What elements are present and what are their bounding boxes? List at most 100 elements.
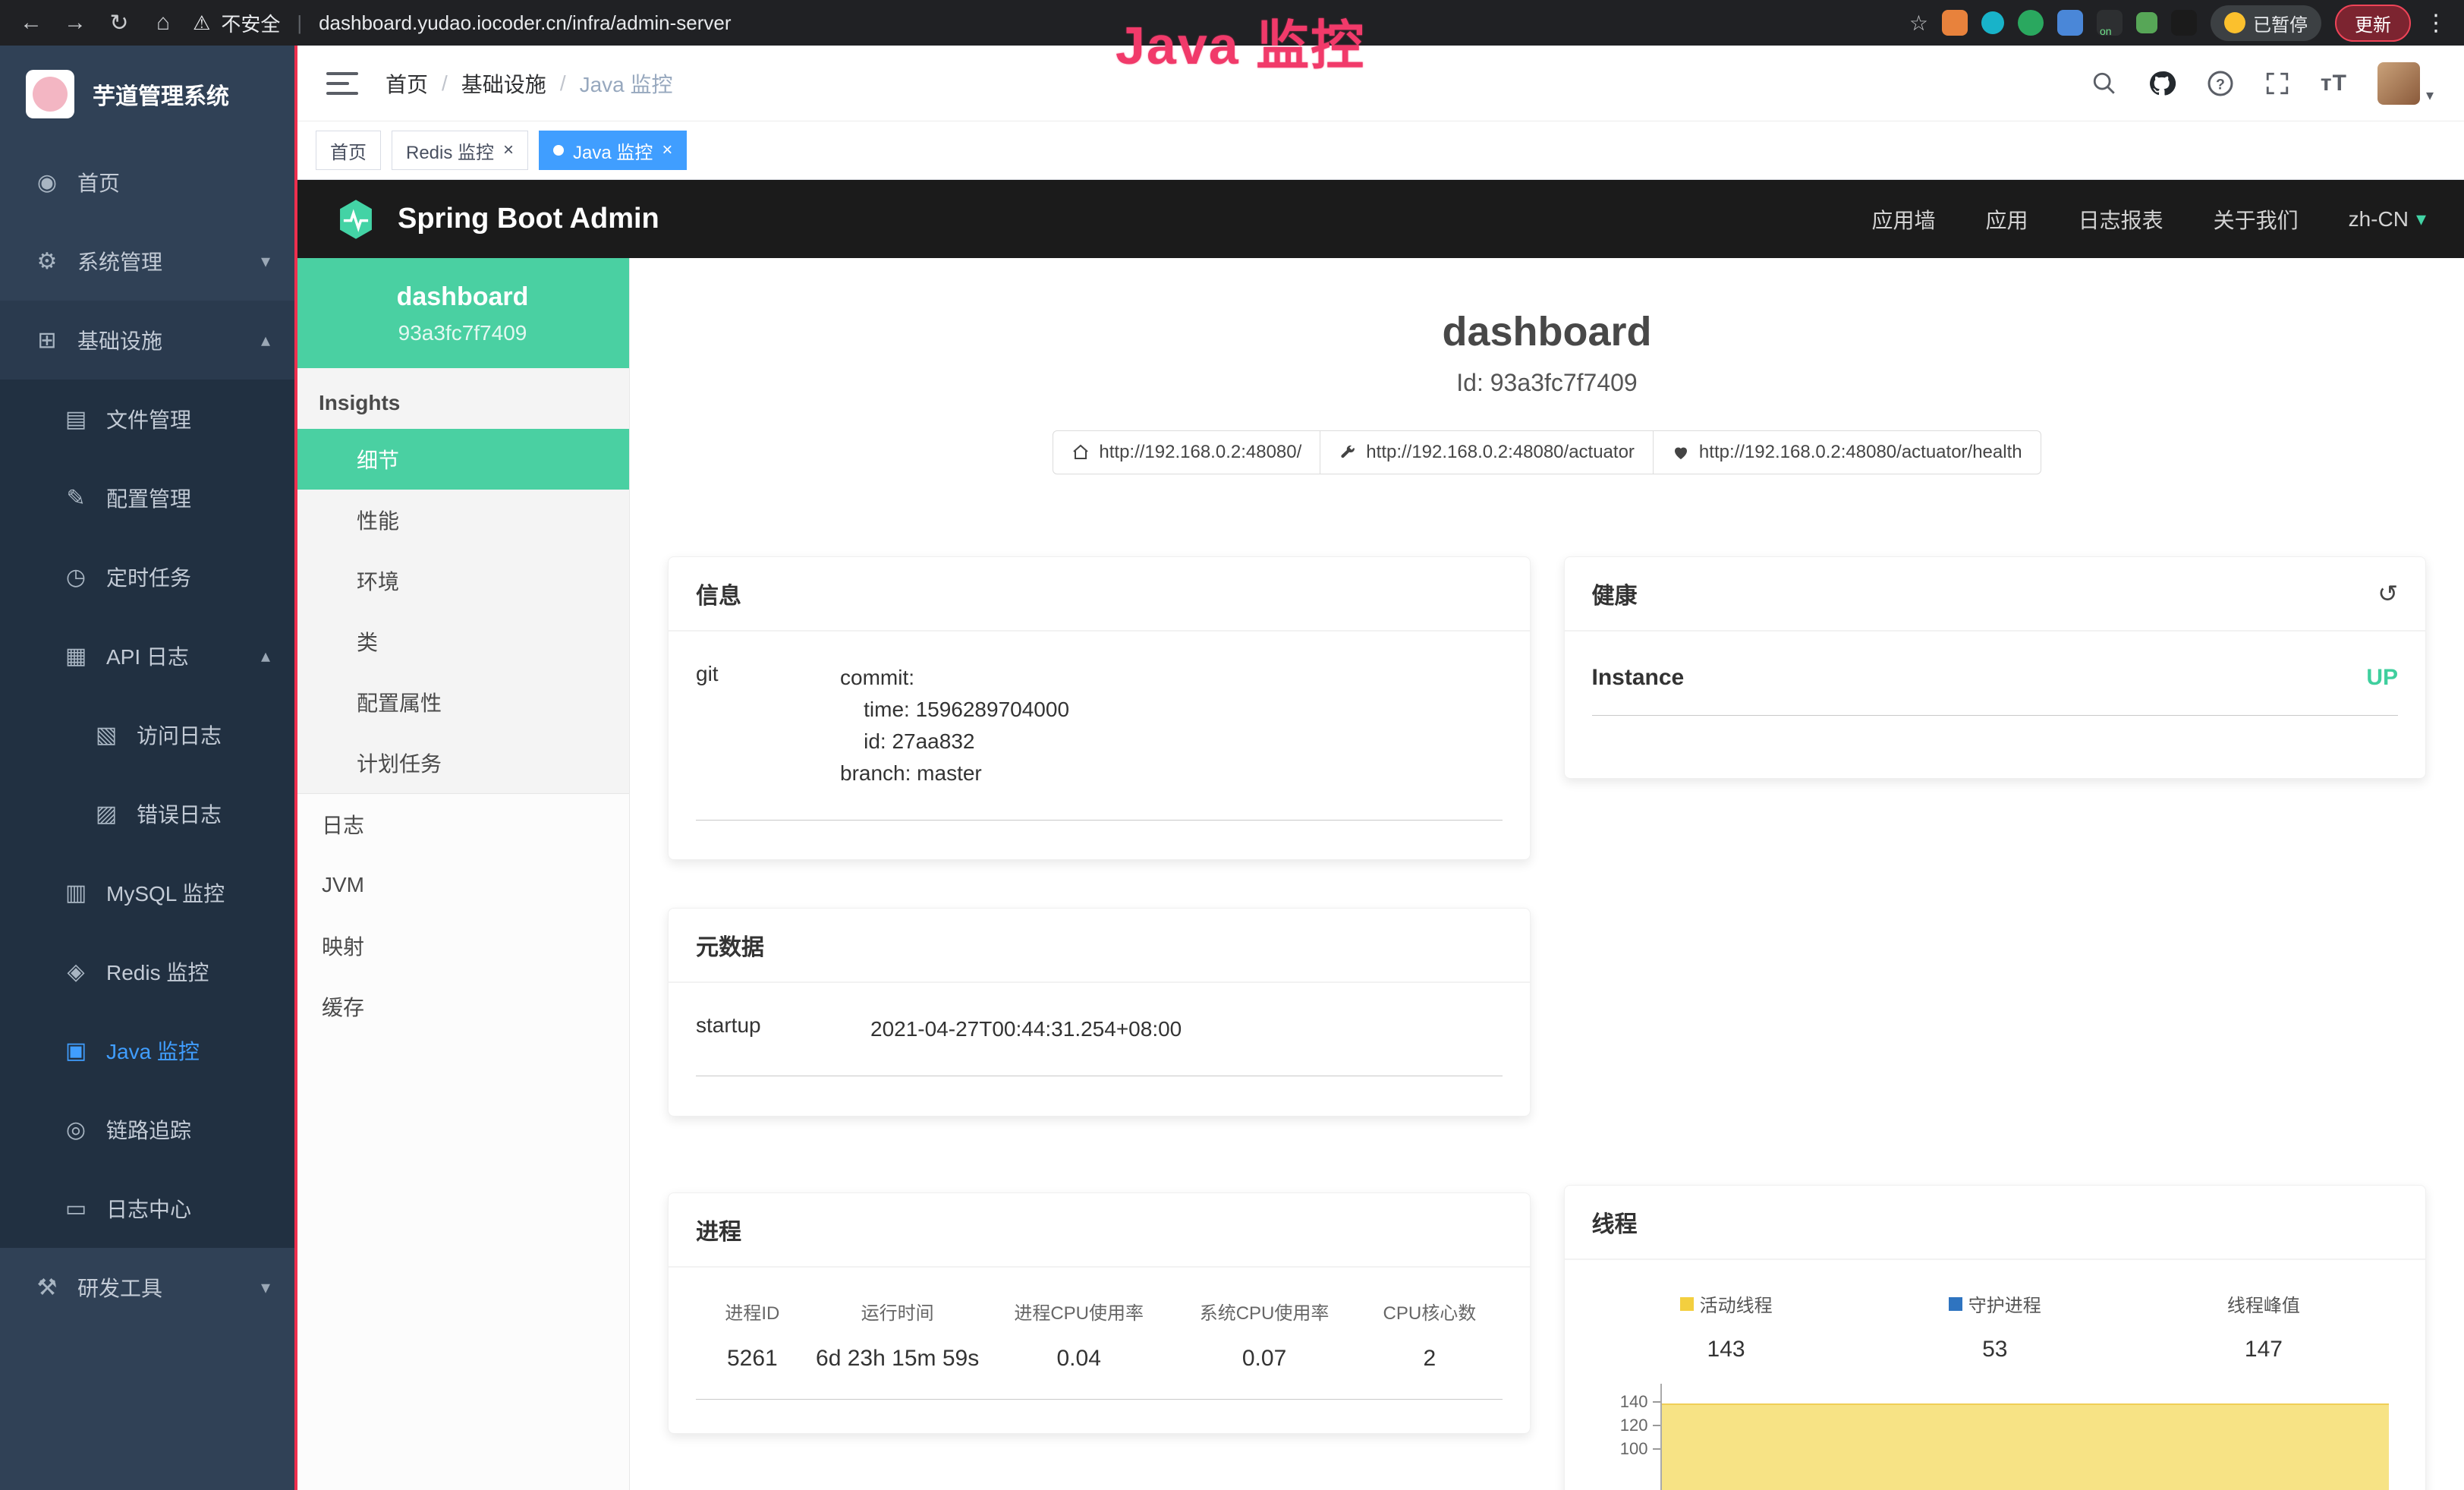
extension-icon[interactable] — [2171, 10, 2197, 36]
tab-label: Java 监控 — [573, 137, 653, 164]
bookmark-star-icon[interactable]: ☆ — [1909, 11, 1928, 36]
tab-bar: 首页 Redis 监控 × Java 监控 × — [296, 121, 2464, 180]
sba-nav-journal[interactable]: 日志报表 — [2079, 204, 2163, 235]
sba-item-environment[interactable]: 环境 — [296, 550, 629, 611]
help-icon[interactable]: ? — [2207, 70, 2234, 97]
extension-icon[interactable] — [1981, 11, 2004, 34]
column-header: CPU核心数 — [1357, 1298, 1502, 1325]
process-col-process-cpu: 进程CPU使用率 0.04 — [987, 1298, 1172, 1372]
sidebar-item-label: 首页 — [77, 167, 120, 197]
history-icon[interactable]: ↺ — [2377, 579, 2398, 608]
font-size-icon[interactable]: тT — [2321, 71, 2347, 96]
actuator-url-link[interactable]: http://192.168.0.2:48080/actuator — [1320, 430, 1654, 474]
tab-redis-monitor[interactable]: Redis 监控 × — [392, 131, 528, 170]
sidebar-item-access-logs[interactable]: ▧ 访问日志 — [0, 695, 296, 774]
sba-nav-wall[interactable]: 应用墙 — [1872, 204, 1936, 235]
hamburger-icon[interactable] — [326, 72, 358, 95]
browser-actions: ☆ 已暂停 更新 ⋮ — [1909, 5, 2447, 42]
legend-value: 147 — [2129, 1337, 2398, 1362]
sidebar-item-dev-tools[interactable]: ⚒ 研发工具 ▾ — [0, 1248, 296, 1327]
sba-item-config-props[interactable]: 配置属性 — [296, 672, 629, 732]
search-icon[interactable] — [2091, 71, 2117, 96]
sidebar-submenu: ▤ 文件管理 ✎ 配置管理 ◷ 定时任务 ▦ API 日志 ▴ — [0, 380, 296, 1248]
process-table: 进程ID 5261 运行时间 6d 23h 15m 59s — [696, 1298, 1503, 1400]
sba-nav-applications[interactable]: 应用 — [1986, 204, 2028, 235]
card-body: git commit: time: 1596289704000 id: 27aa… — [669, 632, 1530, 854]
sidebar-item-label: 研发工具 — [77, 1272, 162, 1303]
sidebar-item-label: 日志中心 — [106, 1193, 191, 1224]
infrastructure-icon: ⊞ — [30, 327, 64, 354]
sba-item-caches[interactable]: 缓存 — [296, 976, 629, 1037]
sba-item-scheduled-tasks[interactable]: 计划任务 — [296, 732, 629, 793]
annotation-line — [294, 46, 297, 1490]
sidebar-item-java-monitor[interactable]: ▣ Java 监控 — [0, 1011, 296, 1090]
locale-selector[interactable]: zh-CN ▾ — [2349, 207, 2426, 232]
sidebar-item-infrastructure[interactable]: ⊞ 基础设施 ▴ — [0, 301, 296, 380]
process-col-pid: 进程ID 5261 — [696, 1298, 809, 1372]
reload-icon[interactable]: ↻ — [105, 10, 134, 36]
column-header: 运行时间 — [809, 1298, 987, 1325]
column-value: 0.04 — [987, 1346, 1172, 1372]
extension-icon[interactable] — [2018, 10, 2044, 36]
spring-boot-admin-logo-icon — [334, 197, 378, 241]
close-icon[interactable]: × — [662, 140, 672, 161]
home-icon[interactable]: ⌂ — [149, 10, 178, 36]
sidebar-item-api-logs[interactable]: ▦ API 日志 ▴ — [0, 616, 296, 695]
sidebar-item-log-center[interactable]: ▭ 日志中心 — [0, 1169, 296, 1248]
instance-url-link[interactable]: http://192.168.0.2:48080/ — [1053, 430, 1320, 474]
extension-icon[interactable] — [2136, 12, 2157, 33]
sidebar-item-file-mgmt[interactable]: ▤ 文件管理 — [0, 380, 296, 458]
chevron-down-icon: ▾ — [2426, 86, 2434, 105]
extension-icon[interactable] — [2057, 10, 2083, 36]
browser-menu-icon[interactable]: ⋮ — [2425, 10, 2447, 36]
sba-item-jvm[interactable]: JVM — [296, 855, 629, 915]
address-bar[interactable]: ⚠ 不安全 | dashboard.yudao.iocoder.cn/infra… — [193, 9, 732, 37]
sidebar-item-label: 错误日志 — [137, 799, 222, 829]
health-row-instance: Instance UP — [1592, 662, 2399, 716]
card-header: 健康 ↺ — [1565, 557, 2426, 632]
sidebar-item-label: API 日志 — [106, 641, 189, 671]
sba-item-mappings[interactable]: 映射 — [296, 915, 629, 976]
paused-badge[interactable]: 已暂停 — [2211, 5, 2321, 41]
user-menu[interactable]: ▾ — [2377, 62, 2434, 105]
update-button[interactable]: 更新 — [2335, 5, 2411, 42]
avatar — [2377, 62, 2420, 105]
breadcrumb-home[interactable]: 首页 — [385, 68, 428, 99]
sidebar-item-home[interactable]: ◉ 首页 — [0, 143, 296, 222]
fullscreen-icon[interactable] — [2264, 71, 2290, 96]
tab-home[interactable]: 首页 — [316, 131, 381, 170]
dashboard-icon: ◉ — [30, 169, 64, 196]
sidebar-item-trace[interactable]: ◎ 链路追踪 — [0, 1090, 296, 1169]
sidebar-item-scheduled-tasks[interactable]: ◷ 定时任务 — [0, 537, 296, 616]
health-url-link[interactable]: http://192.168.0.2:48080/actuator/health — [1653, 430, 2041, 474]
sidebar-item-mysql-monitor[interactable]: ▥ MySQL 监控 — [0, 853, 296, 932]
sba-item-logs[interactable]: 日志 — [296, 794, 629, 855]
close-icon[interactable]: × — [503, 140, 514, 161]
back-icon[interactable]: ← — [17, 10, 46, 36]
sidebar-item-label: 定时任务 — [106, 562, 191, 592]
insights-group-label: Insights — [296, 373, 629, 429]
sba-item-metrics[interactable]: 性能 — [296, 490, 629, 550]
admin-sidebar: 芋道管理系统 ◉ 首页 ⚙ 系统管理 ▾ ⊞ 基础设施 ▴ ▤ — [0, 46, 296, 1490]
paused-label: 已暂停 — [2253, 10, 2308, 36]
sba-body: dashboard 93a3fc7f7409 Insights 细节 性能 环境… — [296, 258, 2464, 1490]
topbar: 首页 / 基础设施 / Java 监控 ? — [296, 46, 2464, 121]
sba-nav-about[interactable]: 关于我们 — [2214, 204, 2299, 235]
sidebar-item-redis-monitor[interactable]: ◈ Redis 监控 — [0, 932, 296, 1011]
breadcrumb-infrastructure[interactable]: 基础设施 — [461, 68, 546, 99]
sba-item-classes[interactable]: 类 — [296, 611, 629, 672]
sidebar-item-system-mgmt[interactable]: ⚙ 系统管理 ▾ — [0, 222, 296, 301]
tab-java-monitor[interactable]: Java 监控 × — [539, 131, 687, 170]
github-icon[interactable] — [2148, 69, 2176, 98]
extension-icon[interactable] — [2097, 10, 2123, 36]
card-title: 健康 — [1592, 577, 1638, 610]
sba-brand[interactable]: Spring Boot Admin — [398, 203, 659, 235]
legend-square-icon — [1949, 1297, 1962, 1311]
sba-item-details[interactable]: 细节 — [296, 429, 629, 490]
info-row-git: git commit: time: 1596289704000 id: 27aa… — [696, 662, 1503, 821]
extension-icon[interactable] — [1942, 10, 1968, 36]
sidebar-item-config-mgmt[interactable]: ✎ 配置管理 — [0, 458, 296, 537]
sidebar-item-error-logs[interactable]: ▨ 错误日志 — [0, 774, 296, 853]
chevron-down-icon: ▾ — [2416, 207, 2426, 231]
forward-icon[interactable]: → — [61, 10, 90, 36]
